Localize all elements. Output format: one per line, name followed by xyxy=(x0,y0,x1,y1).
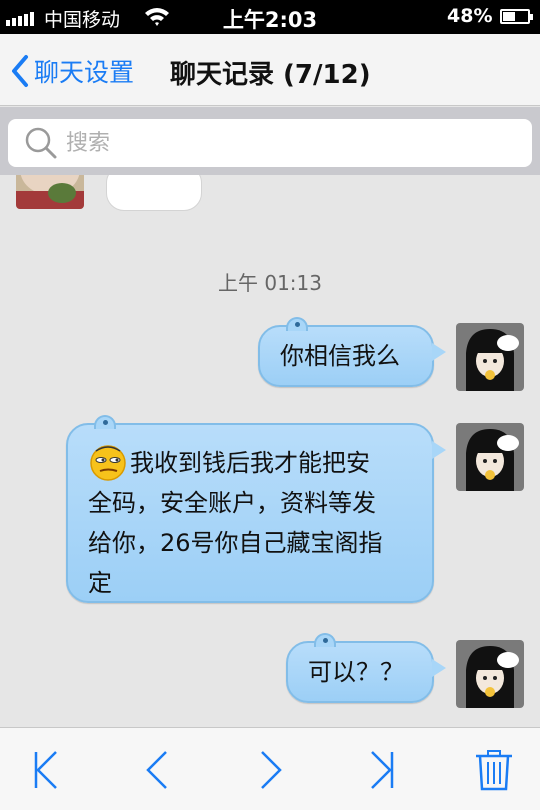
next-button[interactable] xyxy=(248,748,292,792)
outgoing-message-bubble[interactable]: 你相信我么 xyxy=(258,317,446,387)
trash-icon xyxy=(476,750,512,791)
chevron-left-icon xyxy=(12,55,28,87)
page-title: 聊天记录 (7/12) xyxy=(170,60,371,90)
message-text: 可以？？ xyxy=(308,658,404,686)
message-text: 你相信我么 xyxy=(280,342,400,370)
message-line: 我收到钱后我才能把安 xyxy=(130,449,370,477)
first-page-icon xyxy=(34,751,57,789)
outgoing-message-bubble[interactable]: 我收到钱后我才能把安 全码，安全账户，资料等发 给你，26号你自己藏宝阁指 定 xyxy=(66,415,446,603)
contact-avatar[interactable] xyxy=(16,175,84,209)
battery-icon xyxy=(500,9,533,24)
back-button-label: 聊天设置 xyxy=(34,58,135,87)
outgoing-message-bubble[interactable]: 可以？？ xyxy=(286,633,446,703)
message-timestamp: 上午 01:13 xyxy=(218,271,322,295)
my-avatar[interactable] xyxy=(456,640,524,708)
status-bar: 中国移动 上午2:03 48% xyxy=(0,0,540,34)
message-line: 给你，26号你自己藏宝阁指 xyxy=(88,529,383,557)
battery-percentage: 48% xyxy=(447,5,493,27)
last-page-button[interactable] xyxy=(360,748,404,792)
navigation-bar: 聊天设置 聊天记录 (7/12) xyxy=(0,34,540,106)
delete-button[interactable] xyxy=(472,748,516,792)
search-input[interactable] xyxy=(66,130,506,156)
search-field[interactable] xyxy=(8,119,532,167)
message-text: 我收到钱后我才能把安 全码，安全账户，资料等发 给你，26号你自己藏宝阁指 定 xyxy=(88,441,428,603)
chat-history[interactable]: 感情 上午 01:13 你相信我么 xyxy=(0,175,540,727)
bottom-toolbar xyxy=(0,727,540,810)
previous-icon xyxy=(146,751,167,789)
incoming-message-bubble[interactable]: 感情 xyxy=(106,175,202,211)
message-line: 定 xyxy=(88,569,112,597)
back-button[interactable]: 聊天设置 xyxy=(8,52,134,90)
message-line: 全码，安全账户，资料等发 xyxy=(88,489,376,517)
search-icon xyxy=(25,127,57,159)
incoming-message-text: 感情 xyxy=(133,175,181,179)
smirk-emoji-icon xyxy=(90,445,126,481)
search-bar xyxy=(0,107,540,175)
my-avatar[interactable] xyxy=(456,423,524,491)
previous-button[interactable] xyxy=(136,748,180,792)
my-avatar[interactable] xyxy=(456,323,524,391)
first-page-button[interactable] xyxy=(24,748,68,792)
next-icon xyxy=(261,751,282,789)
last-page-icon xyxy=(371,751,394,789)
